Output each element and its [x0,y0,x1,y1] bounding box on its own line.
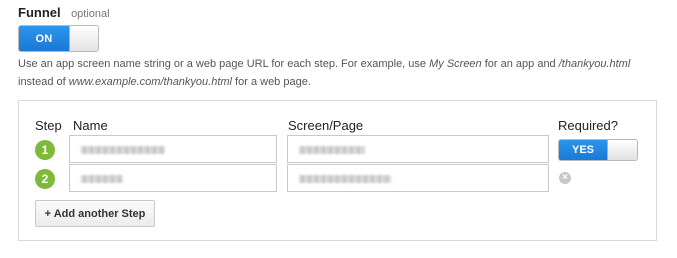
step-number-badge: 2 [35,169,55,189]
help-text: Use an app screen name string or a web p… [18,55,658,91]
funnel-title: Funnel [18,5,61,20]
add-another-step-button[interactable]: + Add another Step [35,200,155,227]
funnel-header: Funnel optional [18,4,110,20]
redacted-value [299,146,365,154]
toggle-on-label: ON [19,26,69,51]
help-text-part: for a web page. [232,76,311,88]
optional-label: optional [71,8,110,20]
step-number-badge: 1 [35,140,55,160]
redacted-value [299,175,391,183]
step-screen-page-input[interactable] [287,135,549,163]
help-example-app: My Screen [429,58,482,70]
column-header-name: Name [73,118,108,133]
step-name-input[interactable] [69,164,277,192]
step-name-input[interactable] [69,135,277,163]
help-text-part: Use an app screen name string or a web p… [18,58,430,70]
required-toggle-on-label: YES [559,140,607,160]
help-text-part: for an app and [481,58,559,70]
help-example-full-url: www.example.com/thankyou.html [68,76,232,88]
required-toggle-knob[interactable] [607,140,637,160]
remove-step-icon[interactable]: × [559,172,571,184]
column-header-screen-page: Screen/Page [288,118,364,133]
column-header-required: Required? [558,118,618,133]
step-screen-page-input[interactable] [287,164,549,192]
redacted-value [81,175,123,183]
toggle-knob[interactable] [69,26,98,51]
funnel-toggle[interactable]: ON [18,25,99,52]
help-text-part: instead of [18,76,69,88]
redacted-value [81,146,165,154]
funnel-steps-panel: Step Name Screen/Page Required? 1 YES 2 … [18,100,657,241]
column-header-step: Step [35,118,62,133]
required-toggle[interactable]: YES [558,139,638,161]
help-example-url: /thankyou.html [558,58,631,70]
